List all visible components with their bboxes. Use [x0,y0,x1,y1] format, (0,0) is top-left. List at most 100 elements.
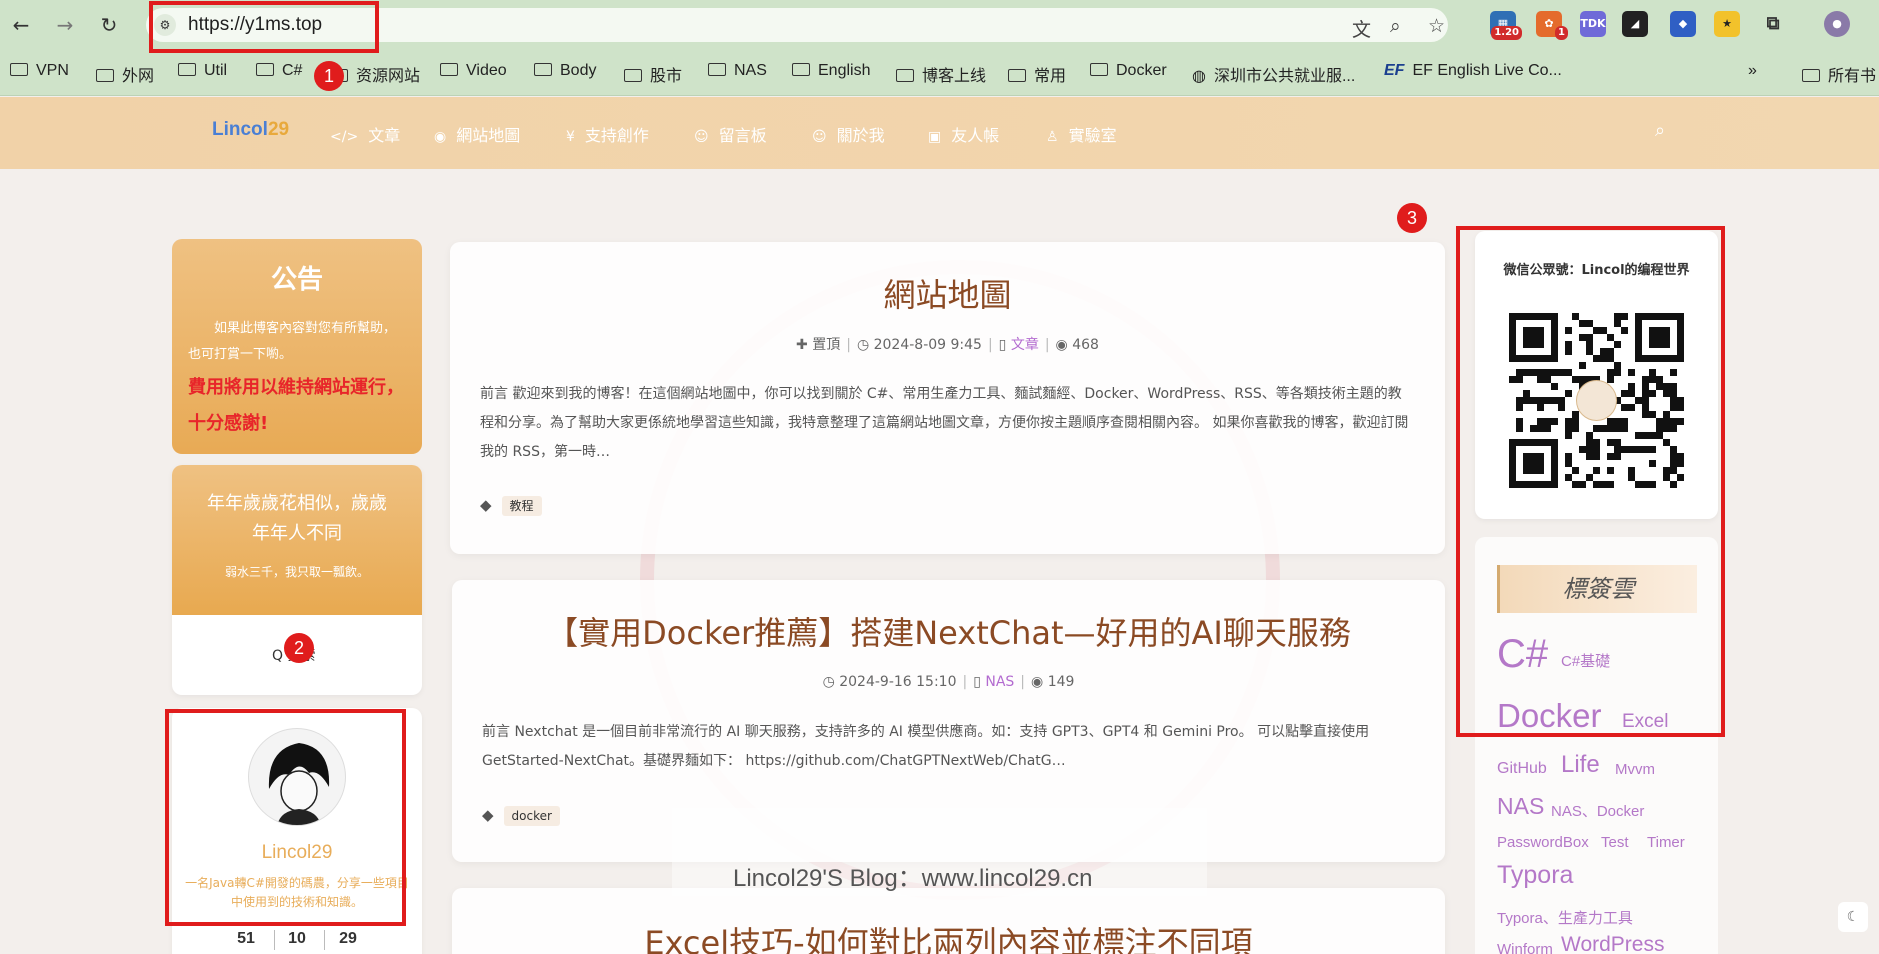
folder-icon [10,63,28,76]
folder-icon [178,63,196,76]
eye-icon: ◉ [1055,337,1073,353]
shield-extension-icon[interactable]: ◆ [1670,11,1696,37]
bookmark-star-icon[interactable]: ☆ [1428,15,1445,37]
post-excerpt: 前言 Nextchat 是一個目前非常流行的 AI 聊天服務，支持許多的 AI … [482,724,1370,769]
bookmarks-overflow-icon[interactable]: » [1748,62,1757,80]
forward-icon[interactable]: → [52,12,78,38]
extension-icon[interactable]: ▦ 1.20 [1490,11,1522,40]
bookmark-folder[interactable]: 股市 [624,62,682,86]
folder-icon [96,69,114,82]
tag-link[interactable]: Mvvm [1615,761,1655,778]
contact-icon: ▣ [928,129,942,145]
folder-icon [534,63,552,76]
comment-icon: ☺ [694,129,709,145]
dark-mode-toggle-icon[interactable]: ☾ [1838,902,1868,932]
bookmark-folder[interactable]: 外网 [96,62,154,86]
tag-link[interactable]: WordPress [1561,933,1664,954]
nav-item-friends[interactable]: ▣ 友人帳 [928,122,999,146]
clock-icon: ◷ [822,674,840,690]
zoom-icon[interactable]: ⌕ [1390,15,1401,37]
nav-item-lab[interactable]: ♙ 實驗室 [1046,122,1117,146]
tag-link[interactable]: Life [1561,751,1600,779]
post-title[interactable]: 網站地圖 [450,270,1445,316]
bookmark-link[interactable]: ◍ 深圳市公共就业服... [1192,62,1355,86]
folder-icon [1802,69,1820,82]
bookmark-folder[interactable]: 博客上线 [896,62,986,86]
bookmark-icon: ▯ [998,337,1011,353]
stat-tags[interactable]: 29 [318,930,378,948]
yen-icon: ¥ [566,129,575,145]
post-tag[interactable]: docker [503,806,560,826]
annotation-box-url [149,1,379,53]
tag-link[interactable]: NAS [1497,793,1544,820]
folder-icon [792,63,810,76]
clock-icon: ◷ [856,337,874,353]
nav-item-sitemap[interactable]: ◉ 網站地圖 [434,122,520,146]
bookmark-folder[interactable]: Util [178,62,227,80]
post-category[interactable]: NAS [985,674,1014,690]
extension-icon[interactable]: ◢ [1622,11,1648,37]
tag-link[interactable]: Test [1601,834,1629,851]
annotation-box-right-sidebar [1456,226,1725,737]
post-category[interactable]: 文章 [1011,337,1039,353]
extension-icon[interactable]: ★ [1714,11,1740,37]
tag-link[interactable]: Typora [1497,861,1573,890]
post-title[interactable]: 【實用Docker推薦】搭建NextChat—好用的AI聊天服務 [452,608,1445,654]
post-meta: ✚ 置頂 | ◷ 2024-8-09 9:45 | ▯ 文章 | ◉ 468 [796,337,1099,353]
folder-icon [708,63,726,76]
tag-link[interactable]: GitHub [1497,760,1547,778]
code-icon: </> [330,129,359,145]
all-bookmarks-folder[interactable]: 所有书 [1802,62,1876,86]
bookmark-icon: ▯ [973,674,986,690]
site-logo[interactable]: Lincol29 [212,119,289,141]
puzzle-icon[interactable]: ⧉ [1760,11,1786,37]
search-icon[interactable]: ⌕ [1655,120,1665,141]
profile-avatar-icon[interactable]: ● [1824,11,1850,37]
folder-icon [1090,63,1108,76]
folder-icon [440,63,458,76]
post-title[interactable]: Excel技巧-如何對比兩列內容並標注不同項 [452,918,1445,954]
nav-item-guestbook[interactable]: ☺ 留言板 [694,122,767,146]
bookmark-folder[interactable]: 常用 [1008,62,1066,86]
post-tag[interactable]: 教程 [501,496,542,516]
bookmarks-bar: VPN 外网 Util C# 资源网站 Video Body 股市 NAS En… [0,48,1879,96]
tag-link[interactable]: NAS、Docker [1551,800,1644,821]
post-card[interactable]: Excel技巧-如何對比兩列內容並標注不同項 [452,888,1445,954]
tag-icon: ◆ [482,806,494,824]
annotation-marker: 3 [1397,203,1427,233]
notice-emphasis: 費用將用以維持網站運行，十分感謝! [188,377,404,434]
tag-link[interactable]: Winform [1497,941,1553,954]
notice-title: 公告 [270,265,323,295]
ef-logo-icon: EF [1384,62,1405,79]
reload-icon[interactable]: ↻ [96,12,122,38]
eye-icon: ◉ [1031,674,1048,690]
tag-link[interactable]: Timer [1647,834,1685,851]
watermark-text: Lincol29'S Blog：www.lincol29.cn [733,865,1093,892]
tag-link[interactable]: Typora、生產力工具 [1497,907,1633,928]
post-card[interactable]: 網站地圖 ✚ 置頂 | ◷ 2024-8-09 9:45 | ▯ 文章 | ◉ 468 前言… [450,242,1445,554]
notice-body: 如果此博客內容對您有所幫助，也可打賞一下喲。 [188,321,397,362]
tdk-extension-icon[interactable]: TDK [1580,11,1606,37]
notice-card: 公告 如果此博客內容對您有所幫助，也可打賞一下喲。 費用將用以維持網站運行，十分… [172,239,422,454]
bookmark-folder[interactable]: NAS [708,62,767,80]
globe-icon: ◉ [434,129,447,145]
bookmark-folder[interactable]: VPN [10,62,69,80]
bookmark-folder[interactable]: English [792,62,870,80]
bookmark-folder[interactable]: C# [256,62,302,80]
bookmark-folder[interactable]: Docker [1090,62,1167,80]
bookmark-link[interactable]: EF EF English Live Co... [1384,62,1562,80]
poem-banner: 年年歲歲花相似，歲歲 年年人不同 弱水三千，我只取一瓢飲。 [172,465,422,615]
bookmark-folder[interactable]: Body [534,62,596,80]
nav-item-about[interactable]: ☺ 關於我 [812,122,885,146]
folder-icon [256,63,274,76]
back-icon[interactable]: ← [8,12,34,38]
annotation-marker: 2 [284,633,314,663]
tag-link[interactable]: PasswordBox [1497,834,1589,851]
extension-icon[interactable]: ✿ 1 [1536,11,1568,40]
translate-icon[interactable]: 文 [1352,15,1371,42]
bookmark-folder[interactable]: Video [440,62,507,80]
nav-item-support[interactable]: ¥ 支持創作 [566,122,649,146]
tag-icon: ◆ [480,496,492,514]
post-tags: ◆ docker [482,806,560,826]
nav-item-articles[interactable]: </> 文章 [330,122,400,146]
